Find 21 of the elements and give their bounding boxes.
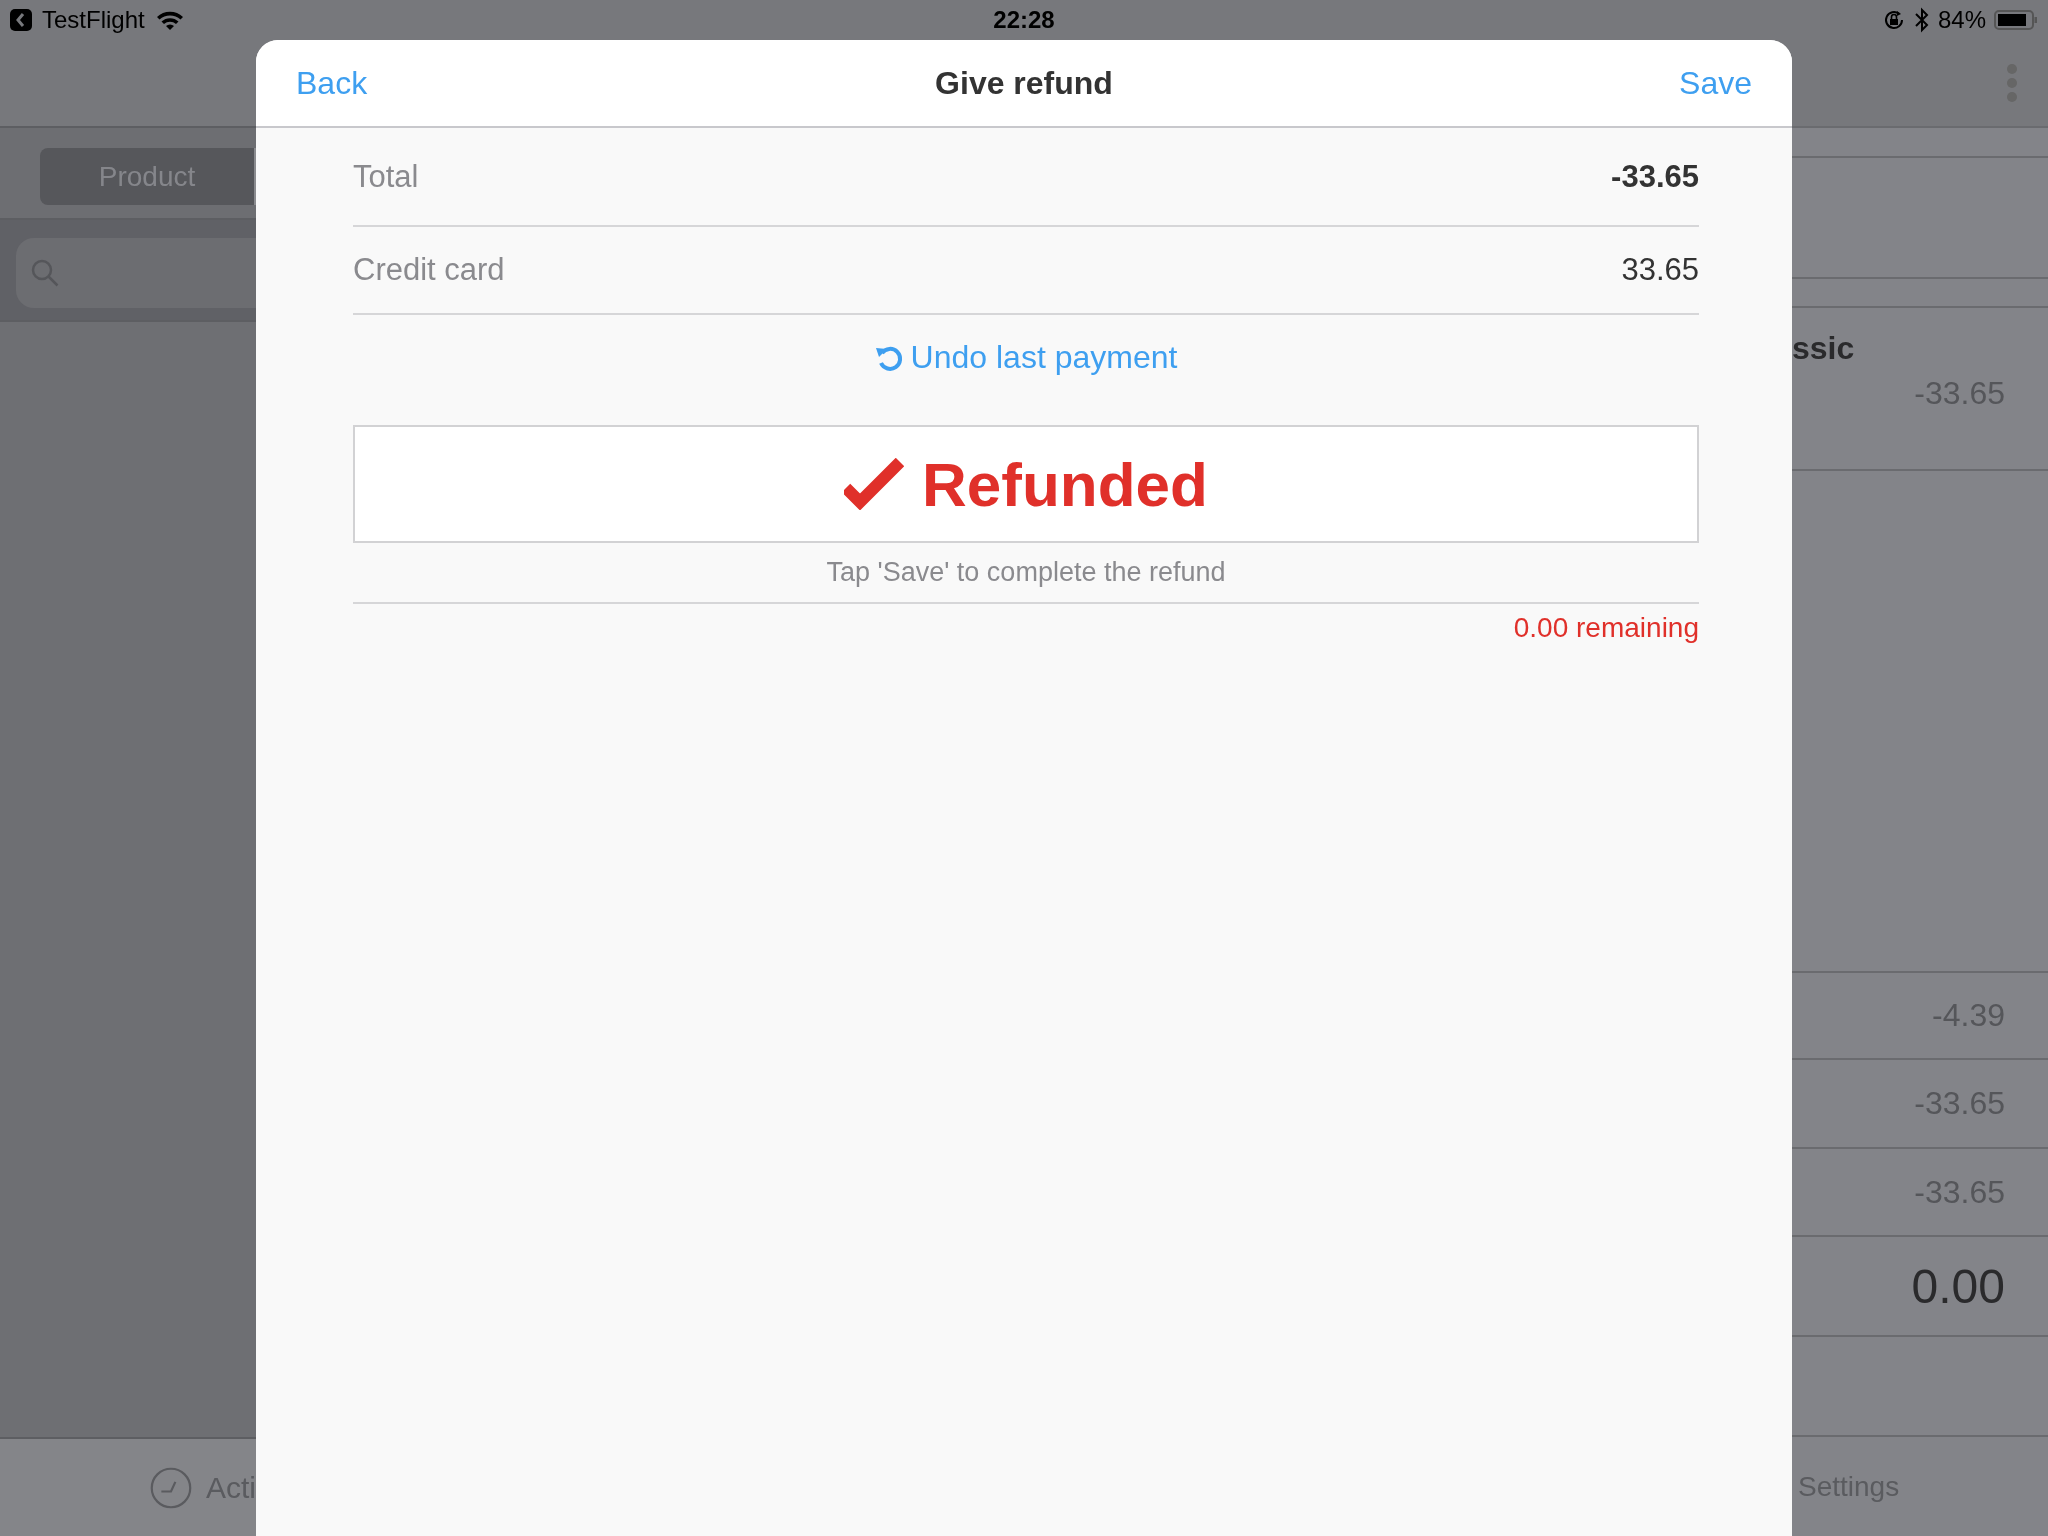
total-value: -33.65 [1611,158,1699,195]
back-app-label[interactable]: TestFlight [42,6,145,34]
back-link[interactable]: Back [296,64,936,102]
remaining-amount: 0.00 remaining [1513,612,1699,644]
refund-status: Refunded [922,448,1208,520]
payment-value: 33.65 [1621,252,1699,288]
search-field[interactable] [16,238,256,308]
checkmark-icon [844,458,905,510]
clock-time: 22:28 [993,6,1055,34]
battery-icon [1994,9,2038,31]
search-icon [30,258,60,288]
bluetooth-icon [1913,7,1930,33]
item-title: ssic [1792,330,1856,367]
hint-text: Tap 'Save' to complete the refund [826,557,1226,588]
row-label: Credit card [353,252,505,288]
save-link[interactable]: Save [1112,64,1752,102]
sheet-title: Give refund [935,64,1113,102]
battery-percentage: 84% [1937,6,1986,34]
undo-payment-button[interactable]: Undo last payment [870,335,1182,380]
total-amount: 0.00 [1911,1258,2005,1314]
row-label: Total [353,158,419,195]
